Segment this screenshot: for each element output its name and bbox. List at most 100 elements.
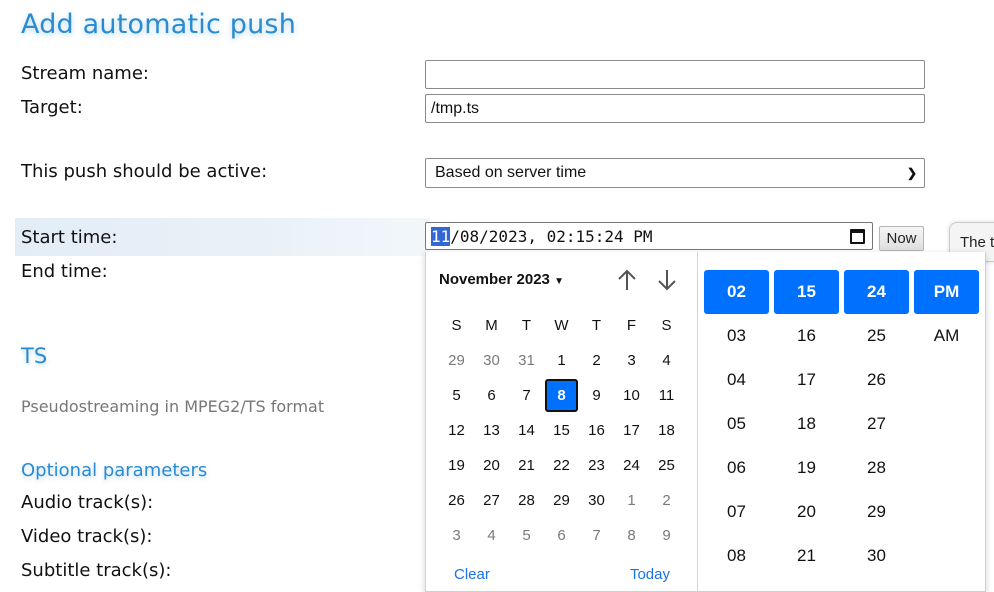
- calendar-day[interactable]: 7: [509, 378, 544, 413]
- datetime-rest: /08/2023, 02:15:24 PM: [450, 226, 653, 246]
- calendar-day[interactable]: 9: [649, 518, 684, 553]
- month-year-button[interactable]: November 2023 ▼: [439, 271, 564, 288]
- calendar-day[interactable]: 15: [544, 413, 579, 448]
- active-select[interactable]: Based on server time ❯: [425, 158, 925, 188]
- calendar-day[interactable]: 7: [579, 518, 614, 553]
- calendar-day[interactable]: 3: [439, 518, 474, 553]
- now-button[interactable]: Now: [879, 226, 924, 251]
- calendar-day[interactable]: 18: [649, 413, 684, 448]
- month-segment[interactable]: 11: [431, 226, 451, 246]
- calendar-day[interactable]: 5: [439, 378, 474, 413]
- calendar-day[interactable]: 26: [439, 483, 474, 518]
- start-time-input[interactable]: 11/08/2023, 02:15:24 PM: [425, 222, 873, 250]
- calendar-day[interactable]: 2: [579, 343, 614, 378]
- calendar-day[interactable]: 13: [474, 413, 509, 448]
- weekday-label: M: [485, 317, 498, 334]
- calendar-day[interactable]: 31: [509, 343, 544, 378]
- calendar-icon[interactable]: [850, 228, 865, 244]
- minute-option[interactable]: 17: [774, 358, 839, 402]
- stream-name-input[interactable]: [425, 60, 925, 89]
- calendar-day[interactable]: 1: [544, 343, 579, 378]
- next-month-button[interactable]: [653, 266, 681, 294]
- arrow-up-icon: [618, 269, 636, 290]
- calendar-day[interactable]: 6: [474, 378, 509, 413]
- target-label: Target:: [21, 97, 83, 118]
- calendar-day[interactable]: 19: [439, 448, 474, 483]
- hours-column[interactable]: 02 03 04 05 06 07 08: [704, 270, 769, 578]
- second-option[interactable]: 25: [844, 314, 909, 358]
- calendar-day[interactable]: 14: [509, 413, 544, 448]
- chevron-down-icon: ❯: [906, 166, 917, 180]
- seconds-column[interactable]: 24 25 26 27 28 29 30: [844, 270, 909, 578]
- calendar-day[interactable]: 29: [439, 343, 474, 378]
- minute-option[interactable]: 15: [774, 270, 839, 314]
- stream-name-label: Stream name:: [21, 63, 149, 84]
- calendar-day[interactable]: 30: [579, 483, 614, 518]
- month-year-label: November 2023: [439, 271, 550, 288]
- second-option[interactable]: 30: [844, 534, 909, 578]
- second-option[interactable]: 29: [844, 490, 909, 534]
- hour-option[interactable]: 08: [704, 534, 769, 578]
- minute-option[interactable]: 21: [774, 534, 839, 578]
- calendar-day[interactable]: 21: [509, 448, 544, 483]
- calendar-day[interactable]: 2: [649, 483, 684, 518]
- calendar-day[interactable]: 25: [649, 448, 684, 483]
- clear-button[interactable]: Clear: [454, 566, 490, 583]
- ampm-option[interactable]: PM: [914, 270, 979, 314]
- hour-option[interactable]: 02: [704, 270, 769, 314]
- calendar-week-row: 29 30 31 1 2 3 4: [439, 343, 691, 378]
- previous-month-button[interactable]: [613, 266, 641, 294]
- calendar-day[interactable]: 17: [614, 413, 649, 448]
- calendar-week-row: 26 27 28 29 30 1 2: [439, 483, 691, 518]
- minute-option[interactable]: 16: [774, 314, 839, 358]
- calendar-day[interactable]: 27: [474, 483, 509, 518]
- second-option[interactable]: 24: [844, 270, 909, 314]
- ampm-column[interactable]: PM AM: [914, 270, 979, 358]
- calendar-day[interactable]: 1: [614, 483, 649, 518]
- calendar-day[interactable]: 10: [614, 378, 649, 413]
- calendar-day[interactable]: 12: [439, 413, 474, 448]
- calendar-grid: SMTWTFS 29 30 31 1 2 3 4 5 6 7 8 9 10 11 12 13 14 15 16 17 1…: [439, 308, 691, 553]
- calendar-day[interactable]: 30: [474, 343, 509, 378]
- calendar-day[interactable]: 22: [544, 448, 579, 483]
- calendar-day[interactable]: 4: [649, 343, 684, 378]
- minute-option[interactable]: 20: [774, 490, 839, 534]
- hour-option[interactable]: 06: [704, 446, 769, 490]
- weekday-label: S: [661, 317, 672, 334]
- calendar-day[interactable]: 24: [614, 448, 649, 483]
- active-label: This push should be active:: [21, 161, 268, 182]
- hour-option[interactable]: 04: [704, 358, 769, 402]
- second-option[interactable]: 27: [844, 402, 909, 446]
- second-option[interactable]: 26: [844, 358, 909, 402]
- calendar-day-selected[interactable]: 8: [545, 379, 578, 412]
- ampm-option[interactable]: AM: [914, 314, 979, 358]
- calendar-day[interactable]: 5: [509, 518, 544, 553]
- calendar-day[interactable]: 8: [614, 518, 649, 553]
- target-input[interactable]: [425, 94, 925, 123]
- calendar-day[interactable]: 9: [579, 378, 614, 413]
- hour-option[interactable]: 07: [704, 490, 769, 534]
- minute-option[interactable]: 19: [774, 446, 839, 490]
- calendar-day[interactable]: 16: [579, 413, 614, 448]
- calendar-day[interactable]: 23: [579, 448, 614, 483]
- calendar-day[interactable]: 28: [509, 483, 544, 518]
- section-description: Pseudostreaming in MPEG2/TS format: [21, 397, 325, 416]
- calendar-day[interactable]: 4: [474, 518, 509, 553]
- weekday-label: T: [521, 317, 532, 334]
- second-option[interactable]: 28: [844, 446, 909, 490]
- start-time-value: 11/08/2023, 02:15:24 PM: [431, 226, 653, 246]
- caret-down-icon: ▼: [554, 276, 564, 287]
- calendar-day[interactable]: 11: [649, 378, 684, 413]
- calendar-day[interactable]: 20: [474, 448, 509, 483]
- calendar-day[interactable]: 29: [544, 483, 579, 518]
- end-time-label: End time:: [21, 261, 108, 282]
- calendar-day[interactable]: 6: [544, 518, 579, 553]
- today-button[interactable]: Today: [630, 566, 670, 583]
- calendar-day[interactable]: 3: [614, 343, 649, 378]
- calendar-week-row: 5 6 7 8 9 10 11: [439, 378, 691, 413]
- hour-option[interactable]: 05: [704, 402, 769, 446]
- minute-option[interactable]: 18: [774, 402, 839, 446]
- minutes-column[interactable]: 15 16 17 18 19 20 21: [774, 270, 839, 578]
- hour-option[interactable]: 03: [704, 314, 769, 358]
- weekday-label: F: [626, 317, 637, 334]
